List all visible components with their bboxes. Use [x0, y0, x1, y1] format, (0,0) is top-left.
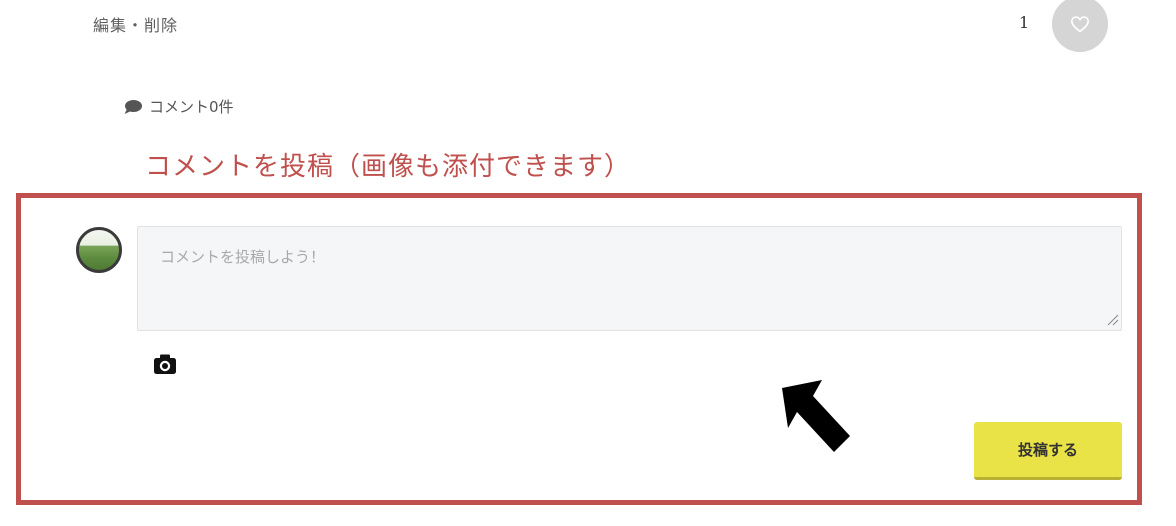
- heart-outline-icon: [1070, 16, 1090, 33]
- submit-comment-button[interactable]: 投稿する: [974, 422, 1122, 480]
- user-avatar: [76, 227, 122, 273]
- edit-delete-link[interactable]: 編集・削除: [93, 12, 178, 36]
- annotation-title: コメントを投稿（画像も添付できます）: [145, 152, 632, 182]
- camera-icon[interactable]: [153, 352, 177, 376]
- like-button[interactable]: [1052, 0, 1108, 52]
- black-arrow-icon: [782, 380, 850, 452]
- like-count: 1: [1019, 13, 1030, 32]
- resize-handle-icon[interactable]: [1105, 312, 1119, 326]
- comment-count-label: コメント0件: [149, 98, 234, 116]
- comment-count: コメント0件: [123, 96, 234, 117]
- comment-input[interactable]: [137, 226, 1122, 331]
- comment-section: 編集・削除 1 コメント0件 コメントを投稿（画像も添付できます） 投稿する: [0, 0, 1176, 526]
- speech-bubble-icon: [124, 99, 142, 114]
